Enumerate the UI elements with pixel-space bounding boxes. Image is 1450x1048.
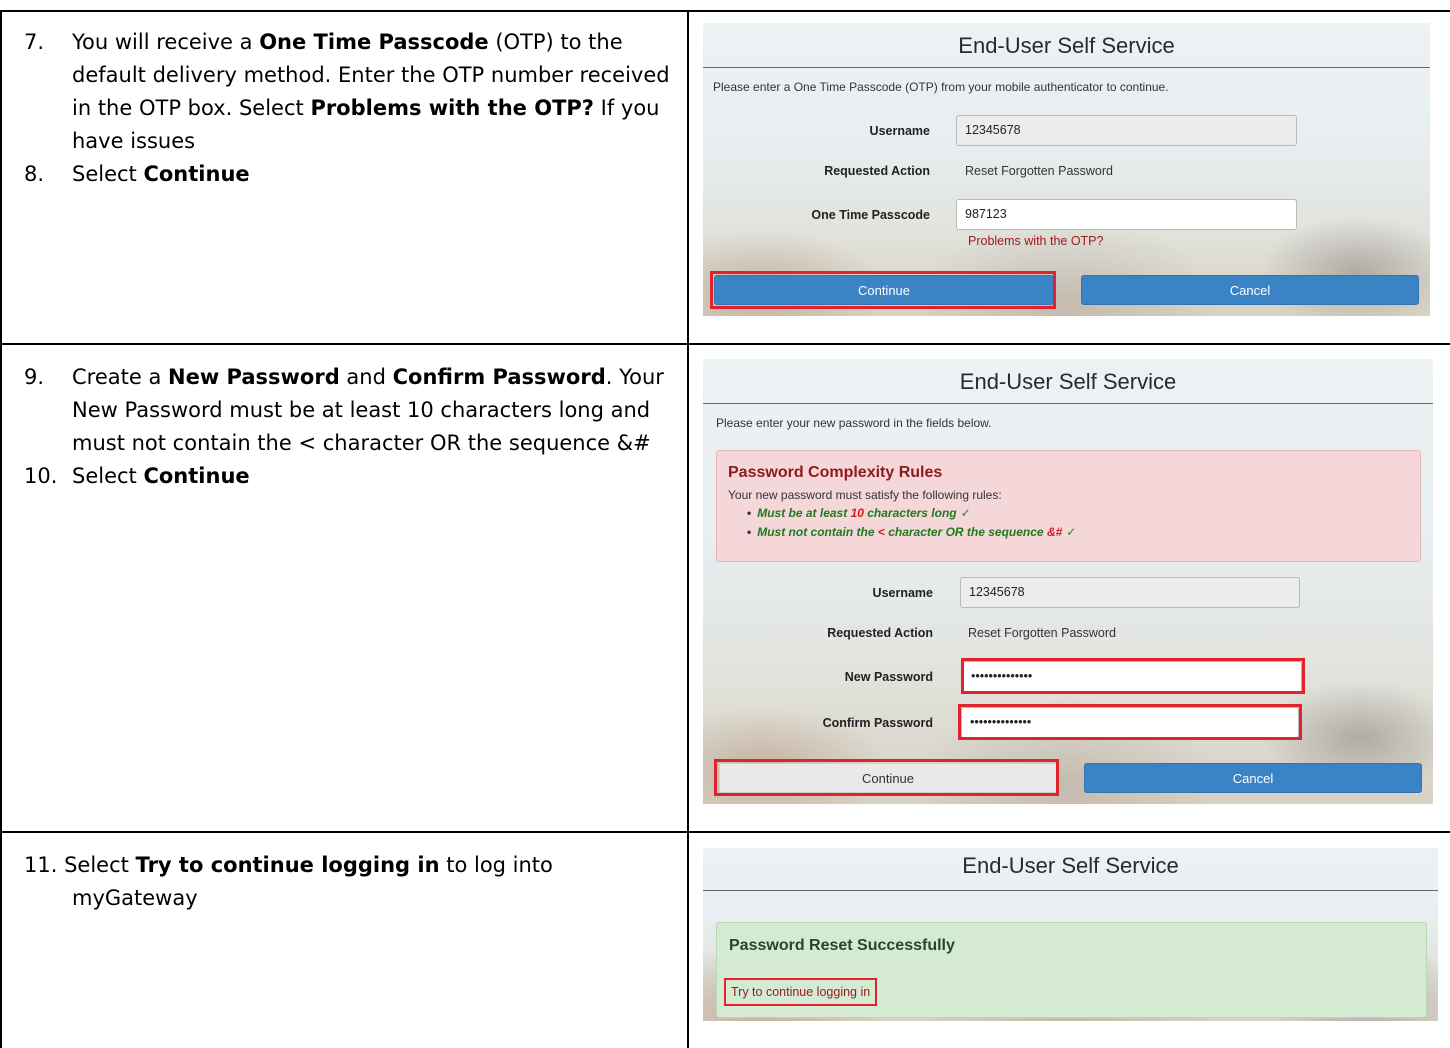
complexity-rules-title: Password Complexity Rules <box>728 464 943 481</box>
table-row-divider <box>0 343 1450 345</box>
username-field: 12345678 <box>960 577 1300 608</box>
step-7: 7. You will receive a One Time Passcode … <box>24 30 670 153</box>
step-11: 11. Select Try to continue logging in to… <box>24 853 553 910</box>
username-label: Username <box>872 586 933 600</box>
new-password-screenshot: End-User Self Service Please enter your … <box>703 359 1433 804</box>
table-column-divider <box>687 10 689 1048</box>
complexity-rules-alert: Password Complexity Rules Your new passw… <box>716 450 1421 562</box>
new-password-label: New Password <box>844 670 933 684</box>
app-title: End-User Self Service <box>962 853 1179 878</box>
password-instructions: Please enter your new password in the fi… <box>716 416 992 430</box>
success-title: Password Reset Successfully <box>729 937 955 954</box>
requested-action-value: Reset Forgotten Password <box>965 164 1113 178</box>
step-10: 10. Select Continue <box>24 464 250 488</box>
requested-action-label: Requested Action <box>827 626 933 640</box>
success-alert: Password Reset Successfully Try to conti… <box>716 922 1427 1018</box>
otp-label: One Time Passcode <box>811 208 930 222</box>
title-divider <box>703 890 1438 891</box>
app-title: End-User Self Service <box>958 33 1175 58</box>
table-border-top <box>0 10 1450 12</box>
continue-highlight <box>714 759 1059 796</box>
requested-action-label: Requested Action <box>824 164 930 178</box>
continue-highlight <box>710 271 1056 309</box>
table-border-left <box>0 10 2 1048</box>
otp-input[interactable]: 987123 <box>956 199 1297 230</box>
confirm-password-highlight <box>958 704 1302 740</box>
username-label: Username <box>869 124 930 138</box>
steps-7-8: 7. You will receive a One Time Passcode … <box>24 26 672 191</box>
rule-characters: • Must not contain the < character OR the… <box>747 525 1077 539</box>
check-icon: ✓ <box>1066 525 1077 539</box>
requested-action-value: Reset Forgotten Password <box>968 626 1116 640</box>
reset-success-screenshot: End-User Self Service Password Reset Suc… <box>703 848 1438 1021</box>
new-password-highlight <box>961 658 1305 694</box>
cancel-button[interactable]: Cancel <box>1084 763 1422 793</box>
table-row-divider <box>0 831 1450 833</box>
problems-with-otp-link[interactable]: Problems with the OTP? <box>968 234 1103 248</box>
complexity-rules-subtitle: Your new password must satisfy the follo… <box>728 488 1002 502</box>
step-8: 8. Select Continue <box>24 162 250 186</box>
app-title: End-User Self Service <box>959 369 1177 394</box>
title-divider <box>703 67 1430 68</box>
otp-screenshot: End-User Self Service Please enter a One… <box>703 23 1430 316</box>
check-icon: ✓ <box>960 506 971 520</box>
username-field: 12345678 <box>956 115 1297 146</box>
steps-9-10: 9. Create a New Password and Confirm Pas… <box>24 361 672 493</box>
title-divider <box>703 403 1433 404</box>
cancel-button[interactable]: Cancel <box>1081 275 1419 305</box>
confirm-password-label: Confirm Password <box>822 716 933 730</box>
rule-length: • Must be at least 10 characters long ✓ <box>747 506 971 520</box>
step-9: 9. Create a New Password and Confirm Pas… <box>24 365 664 455</box>
continue-logging-in-link[interactable]: Try to continue logging in <box>724 978 878 1006</box>
otp-instructions: Please enter a One Time Passcode (OTP) f… <box>713 80 1169 94</box>
